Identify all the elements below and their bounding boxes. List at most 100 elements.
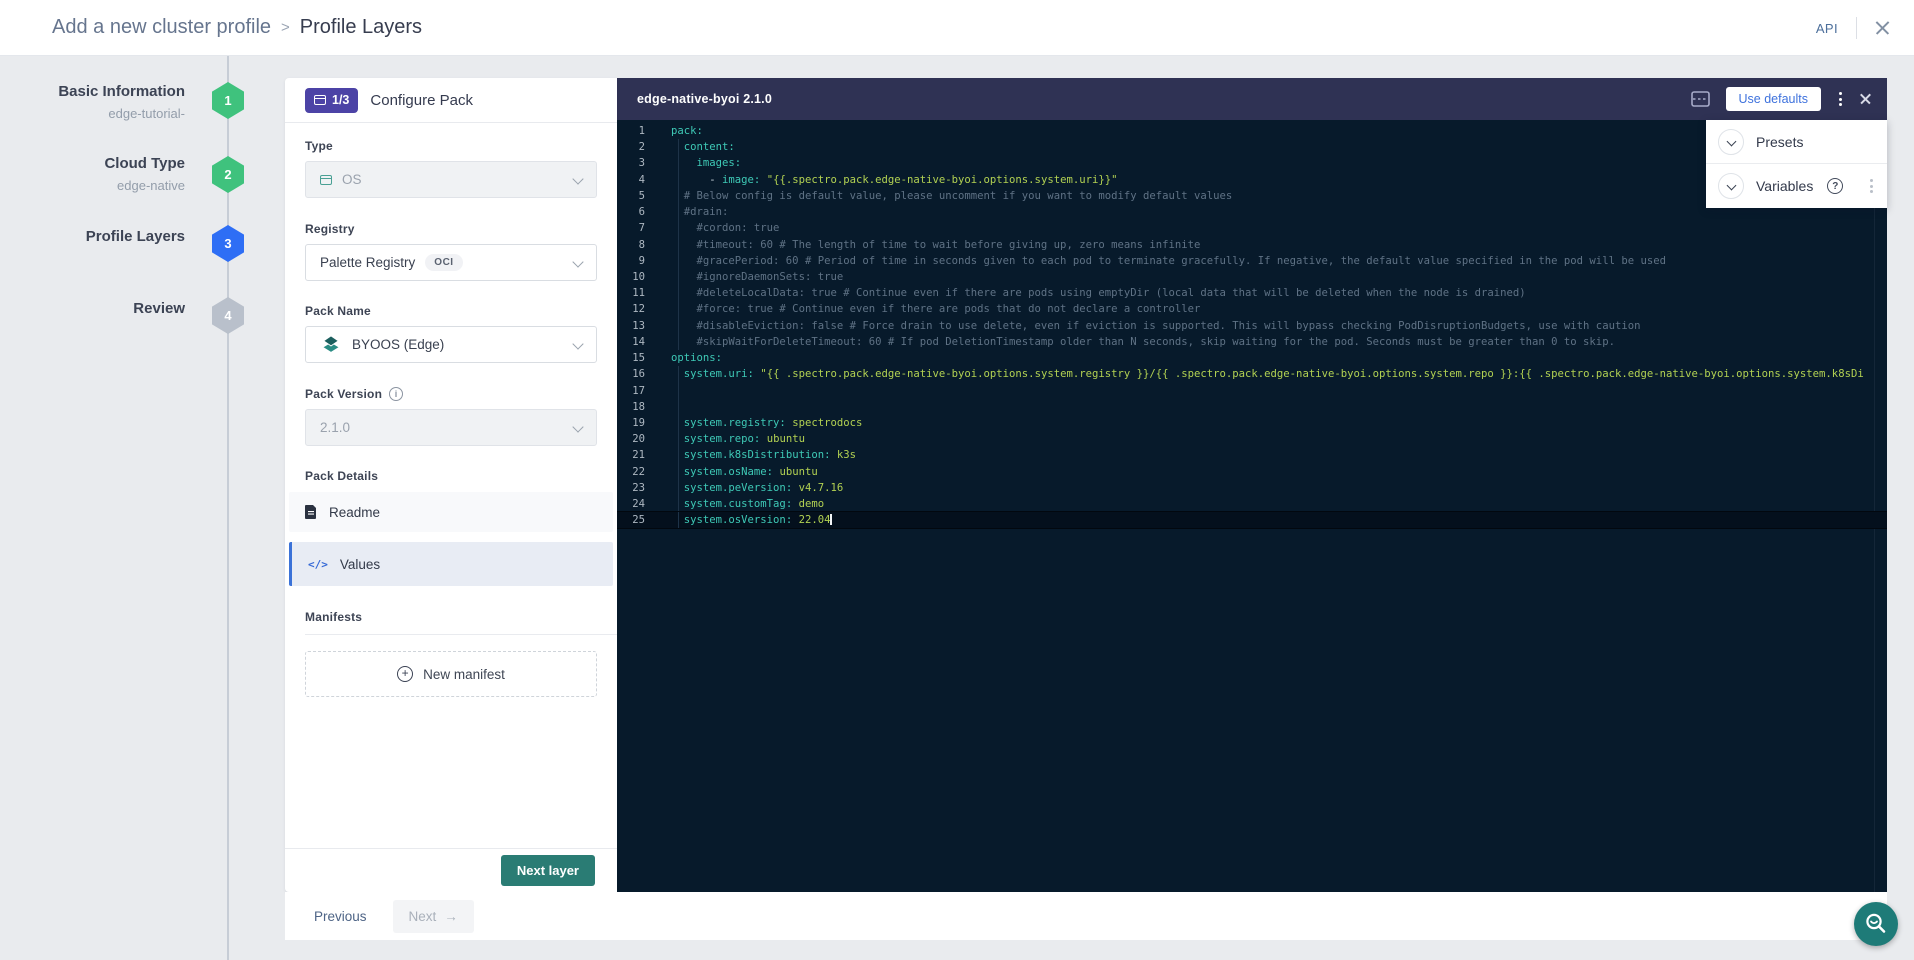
stepper-badge-2[interactable]: 2 [212, 156, 244, 193]
code-editor[interactable]: 1pack:2 content:3 images:4 - image: "{{.… [617, 120, 1887, 892]
use-defaults-button[interactable]: Use defaults [1726, 87, 1821, 111]
code-line-23[interactable]: 23 system.peVersion: v4.7.16 [617, 480, 1887, 496]
help-chat-button[interactable] [1854, 902, 1898, 946]
previous-button[interactable]: Previous [314, 909, 367, 924]
line-content: #timeout: 60 # The length of time to wai… [671, 237, 1200, 253]
configure-pack-panel: 1/3 Configure Pack Type OS Registry Pale… [285, 78, 617, 892]
stepper-item-basic-information[interactable]: Basic Information edge-tutorial- [0, 83, 185, 121]
divider [305, 634, 617, 635]
code-line-22[interactable]: 22 system.osName: ubuntu [617, 464, 1887, 480]
line-number: 3 [617, 155, 645, 171]
top-bar: Add a new cluster profile > Profile Laye… [0, 0, 1914, 56]
line-number: 15 [617, 350, 645, 366]
api-link[interactable]: API [1816, 21, 1838, 36]
code-line-13[interactable]: 13 #disableEviction: false # Force drain… [617, 318, 1887, 334]
variables-menu-icon[interactable] [1868, 177, 1875, 195]
panel-title: Configure Pack [370, 92, 473, 109]
line-content: system.peVersion: v4.7.16 [671, 480, 843, 496]
help-icon[interactable]: ? [1827, 178, 1843, 194]
line-number: 22 [617, 464, 645, 480]
variables-section[interactable]: Variables ? [1706, 164, 1887, 208]
type-label: Type [305, 139, 597, 153]
pack-details-label: Pack Details [305, 469, 597, 483]
manifests-label: Manifests [305, 610, 597, 624]
wizard-footer: Previous Next → [285, 892, 1887, 940]
arrow-right-icon: → [444, 909, 458, 924]
code-line-1[interactable]: 1pack: [617, 123, 1887, 139]
code-line-17[interactable]: 17 [617, 383, 1887, 399]
chevron-down-icon [572, 256, 583, 267]
code-line-24[interactable]: 24 system.customTag: demo [617, 496, 1887, 512]
editor-menu-icon[interactable] [1837, 90, 1844, 108]
line-content: system.osName: ubuntu [671, 464, 818, 480]
next-layer-button[interactable]: Next layer [501, 855, 595, 886]
breadcrumb-separator: > [281, 19, 290, 36]
code-line-12[interactable]: 12 #force: true # Continue even if there… [617, 301, 1887, 317]
line-content: system.registry: spectrodocs [671, 415, 862, 431]
stepper-item-review[interactable]: Review [0, 300, 185, 317]
line-content: #gracePeriod: 60 # Period of time in sec… [671, 253, 1666, 269]
code-line-10[interactable]: 10 #ignoreDaemonSets: true [617, 269, 1887, 285]
stepper-badge-1[interactable]: 1 [212, 82, 244, 119]
line-number: 9 [617, 253, 645, 269]
code-line-9[interactable]: 9 #gracePeriod: 60 # Period of time in s… [617, 253, 1887, 269]
pack-name-select[interactable]: BYOOS (Edge) [305, 326, 597, 363]
line-number: 5 [617, 188, 645, 204]
next-button[interactable]: Next → [393, 900, 474, 933]
new-manifest-button[interactable]: + New manifest [305, 651, 597, 697]
code-line-19[interactable]: 19 system.registry: spectrodocs [617, 415, 1887, 431]
line-number: 11 [617, 285, 645, 301]
values-tab[interactable]: </> Values [289, 542, 613, 586]
line-content: system.osVersion: 22.04 [671, 512, 832, 528]
stepper-badge-3[interactable]: 3 [212, 225, 244, 262]
line-number: 8 [617, 237, 645, 253]
registry-label: Registry [305, 222, 597, 236]
line-number: 13 [617, 318, 645, 334]
code-line-16[interactable]: 16 system.uri: "{{ .spectro.pack.edge-na… [617, 366, 1887, 382]
code-line-20[interactable]: 20 system.repo: ubuntu [617, 431, 1887, 447]
code-line-7[interactable]: 7 #cordon: true [617, 220, 1887, 236]
line-content: #cordon: true [671, 220, 779, 236]
stepper-item-profile-layers[interactable]: Profile Layers [0, 228, 185, 245]
editor-close-icon[interactable] [1860, 94, 1871, 105]
code-line-3[interactable]: 3 images: [617, 155, 1887, 171]
line-content: #disableEviction: false # Force drain to… [671, 318, 1640, 334]
breadcrumb-root-link[interactable]: Add a new cluster profile [52, 16, 271, 39]
plus-circle-icon: + [397, 666, 413, 682]
line-content: #drain: [671, 204, 728, 220]
code-line-2[interactable]: 2 content: [617, 139, 1887, 155]
code-line-11[interactable]: 11 #deleteLocalData: true # Continue eve… [617, 285, 1887, 301]
line-content: #ignoreDaemonSets: true [671, 269, 843, 285]
registry-select[interactable]: Palette Registry OCI [305, 244, 597, 281]
close-icon[interactable] [1875, 21, 1890, 36]
code-line-5[interactable]: 5 # Below config is default value, pleas… [617, 188, 1887, 204]
presets-section[interactable]: Presets [1706, 120, 1887, 164]
pack-version-label: Pack Version i [305, 387, 597, 401]
info-icon[interactable]: i [389, 387, 403, 401]
code-line-25[interactable]: 25 system.osVersion: 22.04 [617, 512, 1887, 528]
line-content: system.customTag: demo [671, 496, 824, 512]
os-layer-icon [320, 175, 332, 185]
code-line-15[interactable]: 15options: [617, 350, 1887, 366]
line-number: 1 [617, 123, 645, 139]
chevron-down-icon[interactable] [1718, 129, 1744, 155]
chevron-down-icon [572, 173, 583, 184]
chevron-down-icon [572, 421, 583, 432]
chevron-down-icon[interactable] [1718, 173, 1744, 199]
code-line-18[interactable]: 18 [617, 399, 1887, 415]
stepper-item-cloud-type[interactable]: Cloud Type edge-native [0, 155, 185, 193]
split-view-icon[interactable] [1691, 91, 1710, 107]
code-line-8[interactable]: 8 #timeout: 60 # The length of time to w… [617, 237, 1887, 253]
type-select[interactable]: OS [305, 161, 597, 198]
editor-side-panel: Presets Variables ? [1706, 120, 1887, 208]
code-line-4[interactable]: 4 - image: "{{.spectro.pack.edge-native-… [617, 172, 1887, 188]
stepper-badge-4[interactable]: 4 [212, 297, 244, 334]
line-number: 20 [617, 431, 645, 447]
line-content: images: [671, 155, 741, 171]
code-line-14[interactable]: 14 #skipWaitForDeleteTimeout: 60 # If po… [617, 334, 1887, 350]
pack-version-select[interactable]: 2.1.0 [305, 409, 597, 446]
line-number: 16 [617, 366, 645, 382]
code-line-21[interactable]: 21 system.k8sDistribution: k3s [617, 447, 1887, 463]
readme-tab[interactable]: Readme [289, 492, 613, 532]
code-line-6[interactable]: 6 #drain: [617, 204, 1887, 220]
